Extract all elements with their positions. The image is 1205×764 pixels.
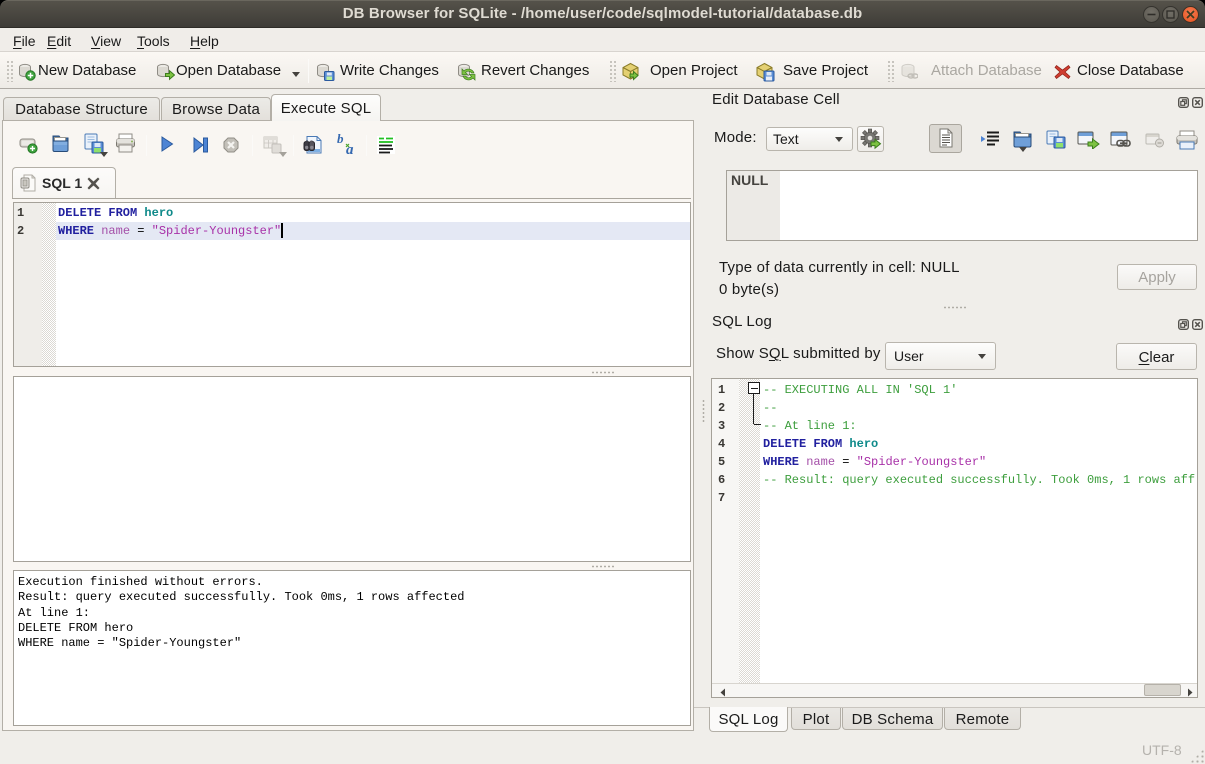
svg-text:b: b	[337, 133, 344, 146]
svg-text:a: a	[346, 142, 354, 155]
